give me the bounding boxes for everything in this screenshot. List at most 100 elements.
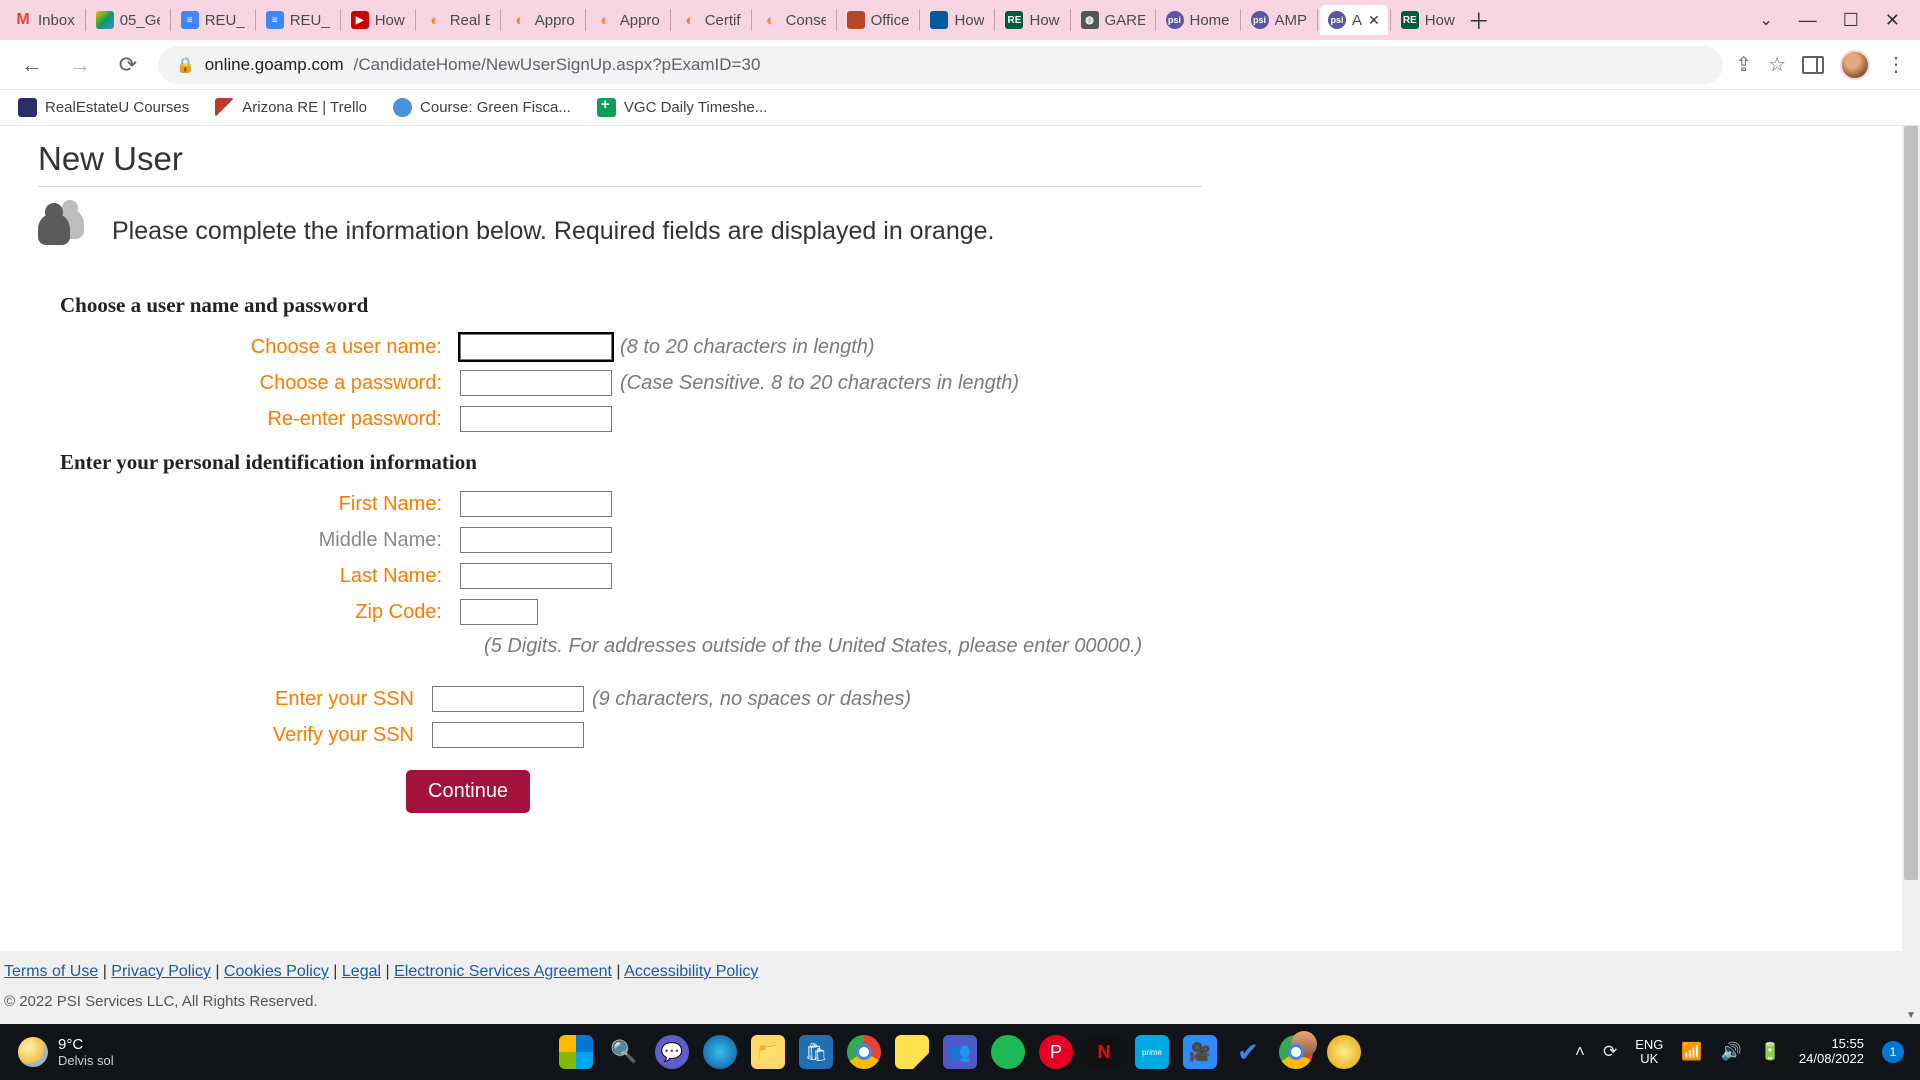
clock[interactable]: 15:55 24/08/2022 [1799, 1037, 1864, 1067]
back-button[interactable]: ← [14, 47, 50, 83]
browser-tab[interactable]: ▶How [343, 5, 413, 35]
footer-link[interactable]: Accessibility Policy [624, 963, 758, 980]
browser-tab[interactable]: How [922, 5, 992, 35]
browser-tab[interactable]: psiHome [1158, 5, 1238, 35]
chrome-canary-icon[interactable] [1327, 1035, 1361, 1069]
browser-tab[interactable]: ≡REU_ [173, 5, 253, 35]
ssn-input[interactable] [432, 686, 584, 712]
password2-input[interactable] [460, 406, 612, 432]
ms-store-icon[interactable]: 🛍 [799, 1035, 833, 1069]
bookmark-item[interactable]: Course: Green Fisca... [393, 98, 571, 117]
middlename-label: Middle Name: [38, 529, 460, 552]
browser-tab[interactable]: REHow [1393, 5, 1463, 35]
scroll-down-arrow[interactable]: ▼ [1902, 1006, 1920, 1024]
browser-tab[interactable]: Office [839, 5, 918, 35]
prime-video-icon[interactable]: prime [1135, 1035, 1169, 1069]
bookmark-label: Arizona RE | Trello [242, 99, 367, 116]
bookmark-star-icon[interactable]: ☆ [1768, 52, 1786, 77]
tab-title: How [375, 12, 405, 29]
volume-icon[interactable]: 🔊 [1721, 1042, 1742, 1062]
footer-link[interactable]: Privacy Policy [111, 963, 211, 980]
browser-tab[interactable]: MInbox [6, 5, 83, 35]
windows-taskbar: 9°C Delvis sol 🔍 💬 📁 🛍 👥 P N prime 🎥 ✔ ˄… [0, 1024, 1920, 1080]
maximize-button[interactable]: ☐ [1843, 10, 1859, 31]
username-input[interactable] [460, 334, 612, 360]
battery-icon[interactable]: 🔋 [1760, 1042, 1781, 1062]
bookmark-favicon [18, 98, 37, 117]
netflix-icon[interactable]: N [1087, 1035, 1121, 1069]
tab-favicon: psi [1251, 11, 1269, 29]
browser-tab[interactable]: ◍GARE [1073, 5, 1153, 35]
vertical-scrollbar[interactable]: ▲ ▼ [1902, 126, 1920, 1024]
firstname-label: First Name: [38, 493, 460, 516]
browser-tab[interactable]: psiA✕ [1320, 5, 1388, 35]
start-button[interactable] [559, 1035, 593, 1069]
footer-link[interactable]: Electronic Services Agreement [394, 963, 612, 980]
minimize-button[interactable]: — [1799, 10, 1817, 31]
chat-icon[interactable]: 💬 [655, 1035, 689, 1069]
tabs-dropdown-icon[interactable]: ⌄ [1759, 10, 1772, 30]
wifi-icon[interactable]: 📶 [1681, 1042, 1702, 1062]
tab-title: REU_ [290, 12, 330, 29]
file-explorer-icon[interactable]: 📁 [751, 1035, 785, 1069]
middlename-input[interactable] [460, 527, 612, 553]
firstname-input[interactable] [460, 491, 612, 517]
chrome-profile-icon[interactable] [1279, 1035, 1313, 1069]
browser-tab[interactable]: REHow [997, 5, 1067, 35]
page-title: New User [38, 140, 1202, 178]
close-tab-icon[interactable]: ✕ [1368, 12, 1380, 29]
edge-icon[interactable] [703, 1035, 737, 1069]
bookmark-item[interactable]: Arizona RE | Trello [215, 98, 367, 117]
bookmark-label: VGC Daily Timeshe... [624, 99, 767, 116]
sticky-notes-icon[interactable] [895, 1035, 929, 1069]
footer-link[interactable]: Legal [342, 963, 381, 980]
browser-tab[interactable]: ◐Appro [503, 5, 583, 35]
close-window-button[interactable]: ✕ [1885, 10, 1900, 31]
zip-input[interactable] [460, 599, 538, 625]
todo-icon[interactable]: ✔ [1231, 1035, 1265, 1069]
tab-title: How [1425, 12, 1455, 29]
continue-button[interactable]: Continue [406, 770, 530, 813]
weather-widget[interactable]: 9°C Delvis sol [0, 1036, 114, 1068]
ssn2-input[interactable] [432, 722, 584, 748]
share-icon[interactable]: ⇪ [1735, 52, 1752, 77]
browser-tab[interactable]: ◐Conse [754, 5, 834, 35]
browser-tab[interactable]: ◐Appro [588, 5, 668, 35]
tab-title: GARE [1105, 12, 1145, 29]
lastname-input[interactable] [460, 563, 612, 589]
tab-favicon: ◐ [511, 11, 529, 29]
bookmark-favicon [597, 98, 616, 117]
browser-tab[interactable]: psiAMP [1243, 5, 1316, 35]
cloud-sync-icon[interactable]: ⟳ [1603, 1042, 1617, 1062]
chrome-icon[interactable] [847, 1035, 881, 1069]
language-indicator[interactable]: ENG UK [1635, 1038, 1663, 1067]
zoom-icon[interactable]: 🎥 [1183, 1035, 1217, 1069]
kebab-menu-icon[interactable]: ⋮ [1886, 52, 1906, 77]
bookmark-item[interactable]: RealEstateU Courses [18, 98, 189, 117]
notification-badge[interactable]: 1 [1882, 1041, 1904, 1063]
pinterest-icon[interactable]: P [1039, 1035, 1073, 1069]
forward-button[interactable]: → [62, 47, 98, 83]
spotify-icon[interactable] [991, 1035, 1025, 1069]
scroll-thumb[interactable] [1904, 126, 1918, 880]
browser-tab[interactable]: 05_Ge [88, 5, 168, 35]
side-panel-icon[interactable] [1802, 56, 1824, 74]
ssn-hint: (9 characters, no spaces or dashes) [592, 688, 911, 711]
tray-chevron-icon[interactable]: ˄ [1575, 1042, 1585, 1062]
password-input[interactable] [460, 370, 612, 396]
username-hint: (8 to 20 characters in length) [620, 336, 875, 359]
browser-tab[interactable]: ◐Real E [418, 5, 498, 35]
bookmark-item[interactable]: VGC Daily Timeshe... [597, 98, 767, 117]
address-bar[interactable]: 🔒 online.goamp.com/CandidateHome/NewUser… [158, 46, 1723, 84]
search-icon[interactable]: 🔍 [607, 1035, 641, 1069]
browser-tab[interactable]: ≡ REU_ [258, 5, 338, 35]
tab-favicon: ≡ [266, 11, 284, 29]
profile-avatar[interactable] [1840, 50, 1870, 80]
reload-button[interactable]: ⟳ [110, 47, 146, 83]
tab-favicon [96, 11, 114, 29]
new-tab-button[interactable]: ＋ [1463, 4, 1495, 36]
footer-link[interactable]: Cookies Policy [224, 963, 329, 980]
teams-icon[interactable]: 👥 [943, 1035, 977, 1069]
footer-link[interactable]: Terms of Use [4, 963, 98, 980]
browser-tab[interactable]: ◐Certif [673, 5, 749, 35]
